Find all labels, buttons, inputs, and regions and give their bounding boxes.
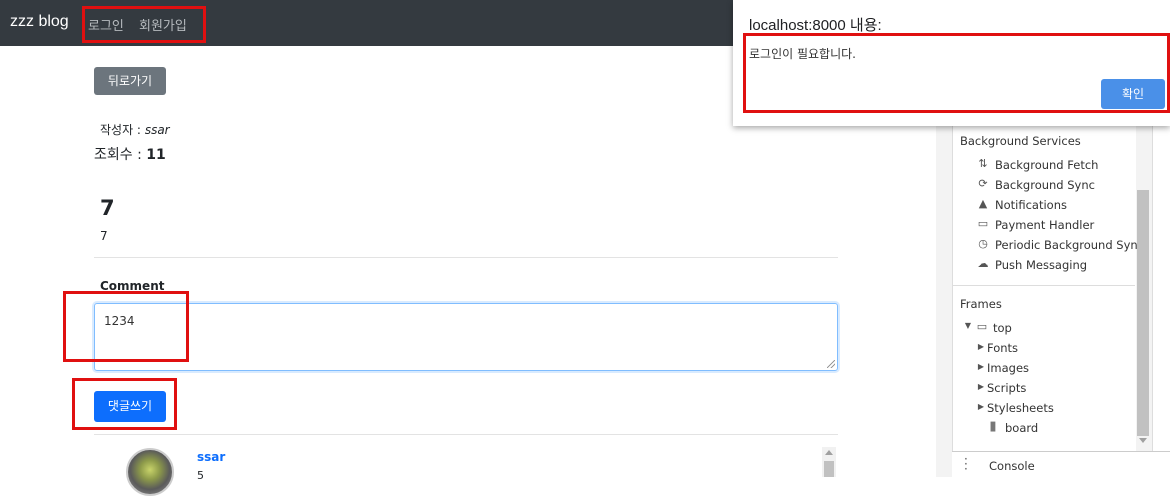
bell-icon: ▲ xyxy=(978,197,988,210)
divider xyxy=(94,434,838,435)
alert-dialog: localhost:8000 내용: 로그인이 필요합니다. 확인 xyxy=(733,0,1170,126)
devtools-divider xyxy=(952,285,1135,286)
views-label: 조회수 : xyxy=(94,147,142,163)
tree-item-board[interactable]: board xyxy=(1005,421,1038,435)
tree-item-scripts[interactable]: Scripts xyxy=(987,381,1026,395)
dialog-message: 로그인이 필요합니다. xyxy=(749,47,856,61)
comment-textarea[interactable]: 1234 xyxy=(94,303,838,371)
tree-item-push-messaging[interactable]: Push Messaging xyxy=(995,258,1087,272)
cloud-icon: ☁ xyxy=(977,257,989,270)
tree-item-stylesheets[interactable]: Stylesheets xyxy=(987,401,1054,415)
avatar xyxy=(126,448,174,496)
comment-list-scrollbar[interactable] xyxy=(822,447,836,477)
signup-link[interactable]: 회원가입 xyxy=(139,15,187,34)
kebab-menu-icon[interactable]: · · · xyxy=(964,453,968,475)
sync-icon: ⟳ xyxy=(978,177,988,190)
author-name: ssar xyxy=(144,123,170,137)
fetch-arrows-icon: ⇅ xyxy=(978,157,988,170)
clock-icon: ◷ xyxy=(978,237,988,250)
comment-text: 5 xyxy=(197,469,204,482)
section-frames: Frames xyxy=(960,297,1002,311)
scroll-thumb[interactable] xyxy=(824,461,834,477)
dialog-title: localhost:8000 내용: xyxy=(749,17,882,34)
tree-item-background-fetch[interactable]: Background Fetch xyxy=(995,158,1098,172)
tree-item-background-sync[interactable]: Background Sync xyxy=(995,178,1095,192)
caret-right-icon[interactable]: ▶ xyxy=(974,402,988,411)
post-body: 7 xyxy=(100,229,108,243)
comment-textarea-value: 1234 xyxy=(104,314,135,328)
author-label: 작성자 : xyxy=(100,123,141,137)
caret-right-icon[interactable]: ▶ xyxy=(974,342,988,351)
frame-icon: ▭ xyxy=(976,320,988,333)
comment-label: Comment xyxy=(100,279,165,293)
console-drawer[interactable]: · · · Console xyxy=(952,451,1170,478)
dialog-ok-button[interactable]: 확인 xyxy=(1101,79,1165,109)
resize-handle-icon[interactable] xyxy=(827,360,835,368)
scroll-up-arrow-icon[interactable] xyxy=(825,450,833,455)
author-line: 작성자 : ssar xyxy=(100,121,170,138)
devtools-side-pane xyxy=(1152,126,1170,451)
scroll-down-arrow-icon[interactable] xyxy=(1139,438,1147,443)
comment-user[interactable]: ssar xyxy=(197,450,225,464)
console-tab[interactable]: Console xyxy=(989,459,1035,473)
tree-item-images[interactable]: Images xyxy=(987,361,1029,375)
back-button[interactable]: 뒤로가기 xyxy=(94,67,166,95)
divider xyxy=(94,257,838,258)
caret-right-icon[interactable]: ▶ xyxy=(974,362,988,371)
caret-down-icon[interactable]: ▼ xyxy=(961,321,975,330)
devtools-scroll-thumb[interactable] xyxy=(1137,190,1149,436)
views-line: 조회수 : 11 xyxy=(94,144,166,164)
login-link[interactable]: 로그인 xyxy=(88,15,124,34)
submit-comment-button[interactable]: 댓글쓰기 xyxy=(94,391,166,422)
tree-item-payment-handler[interactable]: Payment Handler xyxy=(995,218,1094,232)
caret-right-icon[interactable]: ▶ xyxy=(974,382,988,391)
card-icon: ▭ xyxy=(977,217,989,230)
post-title: 7 xyxy=(100,196,115,220)
document-icon: ▮ xyxy=(989,419,997,434)
views-count: 11 xyxy=(146,147,166,163)
tree-item-periodic-background-sync[interactable]: Periodic Background Sync xyxy=(995,238,1144,252)
tree-item-fonts[interactable]: Fonts xyxy=(987,341,1018,355)
tree-item-top[interactable]: top xyxy=(993,321,1012,335)
tree-item-notifications[interactable]: Notifications xyxy=(995,198,1067,212)
brand-link[interactable]: zzz blog xyxy=(10,13,69,31)
section-background-services: Background Services xyxy=(960,134,1081,148)
